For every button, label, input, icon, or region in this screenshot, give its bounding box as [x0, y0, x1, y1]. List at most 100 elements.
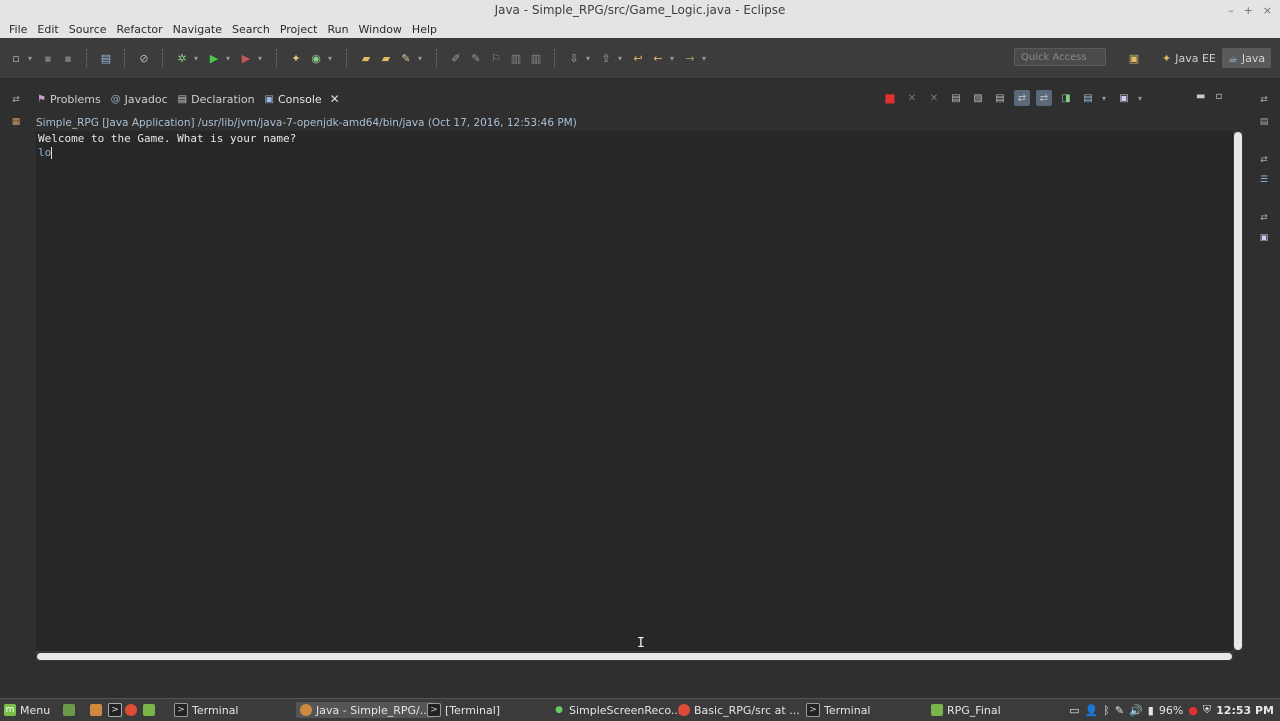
display-console-dropdown-icon[interactable]: ▾	[1102, 94, 1110, 103]
run-icon[interactable]: ▶	[206, 50, 222, 66]
previous-annotation-dropdown-icon[interactable]: ▾	[618, 54, 626, 63]
search-icon[interactable]: ✎	[398, 50, 414, 66]
taskbar-item-terminal-2[interactable]: > [Terminal]	[427, 702, 500, 718]
workspace-switcher-icon[interactable]: ▭	[1069, 704, 1079, 717]
network-icon[interactable]: ✎	[1115, 704, 1124, 717]
outline-icon[interactable]: ☰	[1258, 175, 1270, 185]
restore-icon[interactable]: ⇄	[10, 95, 22, 105]
open-type-icon[interactable]: ▰	[358, 50, 374, 66]
tab-problems[interactable]: ⚑ Problems	[32, 87, 106, 111]
taskbar-item-eclipse[interactable]: Java - Simple_RPG/...	[296, 702, 435, 718]
run-dropdown-icon[interactable]: ▾	[226, 54, 234, 63]
terminate-icon[interactable]: ■	[882, 90, 898, 106]
restore-icon[interactable]: ⇄	[1258, 155, 1270, 165]
clock[interactable]: 12:53 PM	[1216, 704, 1274, 717]
view-icon[interactable]: ▣	[1258, 233, 1270, 243]
tab-declaration[interactable]: ▤ Declaration	[173, 87, 260, 111]
menu-navigate[interactable]: Navigate	[168, 23, 227, 36]
bluetooth-icon[interactable]: ᛒ	[1103, 704, 1110, 717]
taskbar-item-folder[interactable]: RPG_Final	[931, 702, 1001, 718]
quick-access-input[interactable]: Quick Access	[1014, 48, 1106, 66]
console-output-area[interactable]: Welcome to the Game. What is your name? …	[36, 131, 1233, 651]
open-console-icon[interactable]: ▣	[1116, 90, 1132, 106]
minimize-view-icon[interactable]: ▬	[1196, 91, 1205, 102]
restore-icon[interactable]: ⇄	[1258, 213, 1270, 223]
package-explorer-icon[interactable]: ▦	[10, 117, 22, 127]
external-tools-icon[interactable]: ▶	[238, 50, 254, 66]
files-launcher-icon[interactable]	[143, 702, 155, 718]
taskbar-item-screen-recorder[interactable]: ● SimpleScreenReco...	[553, 702, 681, 718]
terminal-launcher-icon[interactable]: >	[108, 702, 122, 718]
show-desktop-icon[interactable]	[63, 702, 75, 718]
volume-icon[interactable]: 🔊	[1129, 704, 1143, 717]
close-icon[interactable]: ×	[1263, 4, 1272, 17]
last-edit-location-icon[interactable]: ↩	[630, 50, 646, 66]
minimize-icon[interactable]: –	[1228, 4, 1234, 17]
menu-search[interactable]: Search	[227, 23, 275, 36]
pin-console-icon[interactable]: ◨	[1058, 90, 1074, 106]
menu-run[interactable]: Run	[322, 23, 353, 36]
menu-source[interactable]: Source	[64, 23, 112, 36]
previous-annotation-icon[interactable]: ⇧	[598, 50, 614, 66]
open-perspective-icon[interactable]: ▣	[1126, 50, 1142, 66]
toggle-word-wrap-icon[interactable]: ✎	[468, 50, 484, 66]
next-annotation-icon[interactable]: ⇩	[566, 50, 582, 66]
save-all-icon[interactable]: ▪	[60, 50, 76, 66]
word-wrap-icon[interactable]: ▤	[992, 90, 1008, 106]
console-input-line[interactable]: lo	[38, 146, 53, 159]
external-tools-dropdown-icon[interactable]: ▾	[258, 54, 266, 63]
eclipse-launcher-icon[interactable]	[90, 702, 102, 718]
menu-window[interactable]: Window	[354, 23, 407, 36]
toggle-breadcrumb-icon[interactable]: ▥	[528, 50, 544, 66]
taskbar-item-browser[interactable]: Basic_RPG/src at ...	[678, 702, 800, 718]
print-icon[interactable]: ▤	[98, 50, 114, 66]
show-on-stdout-icon[interactable]: ⇄	[1014, 90, 1030, 106]
perspective-java[interactable]: ☕ Java	[1222, 48, 1272, 68]
vertical-scrollbar-thumb[interactable]	[1234, 132, 1242, 650]
tab-console[interactable]: ▣ Console ✕	[259, 87, 345, 111]
menu-help[interactable]: Help	[407, 23, 442, 36]
maximize-icon[interactable]: +	[1244, 4, 1253, 17]
remove-launch-icon[interactable]: ✕	[904, 90, 920, 106]
update-icon[interactable]: ●	[1188, 704, 1198, 717]
forward-dropdown-icon[interactable]: ▾	[702, 54, 710, 63]
back-dropdown-icon[interactable]: ▾	[670, 54, 678, 63]
battery-icon[interactable]: ▮	[1148, 704, 1154, 717]
user-icon[interactable]: 👤	[1085, 704, 1099, 717]
new-class-icon[interactable]: ◉	[308, 50, 324, 66]
open-task-icon[interactable]: ▰	[378, 50, 394, 66]
debug-icon[interactable]: ✲	[174, 50, 190, 66]
search-dropdown-icon[interactable]: ▾	[418, 54, 426, 63]
close-tab-icon[interactable]: ✕	[330, 92, 340, 106]
remove-all-terminated-icon[interactable]: ✕	[926, 90, 942, 106]
new-dropdown-icon[interactable]: ▾	[28, 54, 36, 63]
back-icon[interactable]: ←	[650, 50, 666, 66]
display-selected-console-icon[interactable]: ▤	[1080, 90, 1096, 106]
maximize-view-icon[interactable]: ▫	[1215, 91, 1222, 102]
menu-file[interactable]: File	[4, 23, 32, 36]
new-icon[interactable]: ▫	[8, 50, 24, 66]
task-list-icon[interactable]: ▤	[1258, 117, 1270, 127]
menu-edit[interactable]: Edit	[32, 23, 63, 36]
open-console-dropdown-icon[interactable]: ▾	[1138, 94, 1146, 103]
chrome-launcher-icon[interactable]	[125, 702, 137, 718]
tab-javadoc[interactable]: @ Javadoc	[106, 87, 173, 111]
menu-refactor[interactable]: Refactor	[112, 23, 168, 36]
restore-icon[interactable]: ⇄	[1258, 95, 1270, 105]
show-on-stderr-icon[interactable]: ⇄	[1036, 90, 1052, 106]
skip-breakpoints-icon[interactable]: ⊘	[136, 50, 152, 66]
horizontal-scrollbar-thumb[interactable]	[37, 653, 1232, 660]
save-icon[interactable]: ▪	[40, 50, 56, 66]
new-java-project-icon[interactable]: ✦	[288, 50, 304, 66]
shield-icon[interactable]: ⛨	[1203, 703, 1211, 717]
show-whitespace-icon[interactable]: ▥	[508, 50, 524, 66]
clear-console-icon[interactable]: ▤	[948, 90, 964, 106]
debug-dropdown-icon[interactable]: ▾	[194, 54, 202, 63]
start-menu-button[interactable]: m Menu	[4, 702, 50, 718]
scroll-lock-icon[interactable]: ▧	[970, 90, 986, 106]
next-annotation-dropdown-icon[interactable]: ▾	[586, 54, 594, 63]
toggle-block-selection-icon[interactable]: ⚐	[488, 50, 504, 66]
taskbar-item-terminal-3[interactable]: > Terminal	[806, 702, 871, 718]
forward-icon[interactable]: →	[682, 50, 698, 66]
perspective-java-ee[interactable]: ✦ Java EE	[1162, 48, 1216, 68]
